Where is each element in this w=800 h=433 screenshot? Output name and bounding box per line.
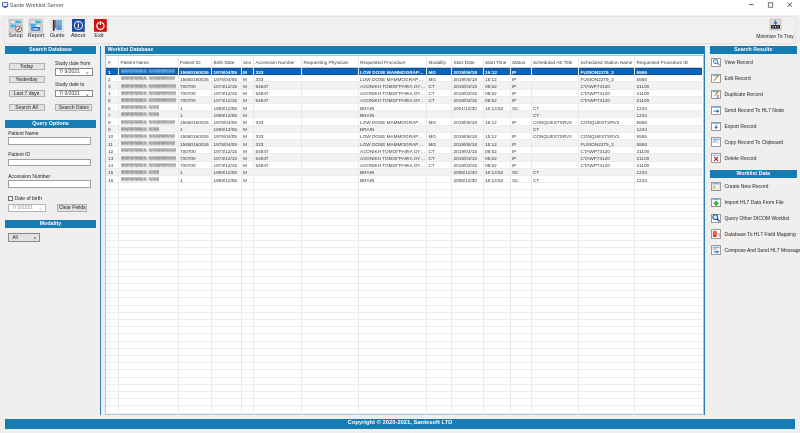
svg-text:2: 2 — [716, 94, 719, 99]
svg-text:MWL: MWL — [33, 27, 40, 31]
